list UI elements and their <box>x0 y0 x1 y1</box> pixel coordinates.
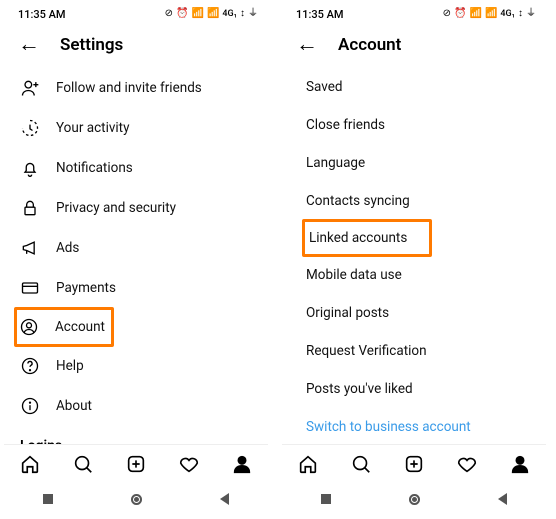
row-contacts-syncing[interactable]: Contacts syncing <box>282 182 546 220</box>
row-payments[interactable]: Payments <box>16 268 254 308</box>
row-about[interactable]: About <box>16 386 254 426</box>
screenshot-account: 11:35 AM ⊘ ⏰ 📶 📶 4G₁ ↕ ⏚ ← Account Saved… <box>282 4 546 512</box>
titlebar: ← Account <box>282 24 546 68</box>
row-request-verification[interactable]: Request Verification <box>282 332 546 370</box>
page-title: Account <box>338 35 401 55</box>
battery-icon: ⏚ <box>248 9 258 19</box>
row-posts-liked[interactable]: Posts you've liked <box>282 370 546 408</box>
info-icon <box>20 396 40 416</box>
row-label: Account <box>55 319 105 335</box>
row-notifications[interactable]: Notifications <box>16 148 254 188</box>
network-label: 4G₁ <box>222 10 237 19</box>
account-list[interactable]: Saved Close friends Language Contacts sy… <box>282 68 546 446</box>
row-label: Linked accounts <box>309 230 407 246</box>
signal2-icon: 📶 <box>207 9 219 19</box>
row-original-posts[interactable]: Original posts <box>282 294 546 332</box>
screenshot-settings: 11:35 AM ⊘ ⏰ 📶 📶 4G₁ ↕ ⏚ ← Settings Foll… <box>4 4 268 512</box>
row-label: Close friends <box>306 117 385 133</box>
status-icons: ⊘ ⏰ 📶 📶 4G₁ ↕ ⏚ <box>443 9 536 19</box>
status-bar: 11:35 AM ⊘ ⏰ 📶 📶 4G₁ ↕ ⏚ <box>4 4 268 24</box>
row-label: Mobile data use <box>306 267 402 283</box>
row-ads[interactable]: Ads <box>16 228 254 268</box>
home-button[interactable] <box>409 494 420 505</box>
data-icon: ↕ <box>518 9 523 19</box>
status-time: 11:35 AM <box>296 8 344 21</box>
row-label: Payments <box>56 280 116 296</box>
battery-icon: ⏚ <box>526 9 536 19</box>
status-icons: ⊘ ⏰ 📶 📶 4G₁ ↕ ⏚ <box>165 9 258 19</box>
row-label: Your activity <box>56 120 129 136</box>
home-icon[interactable] <box>19 453 41 479</box>
profile-icon[interactable] <box>509 453 531 479</box>
megaphone-icon <box>20 238 40 258</box>
activity-icon <box>20 118 40 138</box>
alarm-icon: ⏰ <box>176 9 188 19</box>
signal1-icon: 📶 <box>470 9 482 19</box>
page-title: Settings <box>60 35 123 55</box>
back-button[interactable] <box>220 493 229 505</box>
account-icon <box>19 317 39 337</box>
home-icon[interactable] <box>297 453 319 479</box>
profile-icon[interactable] <box>231 453 253 479</box>
add-post-icon[interactable] <box>403 453 425 479</box>
bottom-nav <box>4 444 268 486</box>
search-icon[interactable] <box>350 453 372 479</box>
settings-list[interactable]: Follow and invite friends Your activity … <box>4 68 268 456</box>
row-label: Language <box>306 155 365 171</box>
row-saved[interactable]: Saved <box>282 68 546 106</box>
alarm-icon: ⏰ <box>454 9 466 19</box>
titlebar: ← Settings <box>4 24 268 68</box>
card-icon <box>20 278 40 298</box>
signal1-icon: 📶 <box>192 9 204 19</box>
signal2-icon: 📶 <box>485 9 497 19</box>
recents-button[interactable] <box>321 494 331 504</box>
row-label: Notifications <box>56 160 133 176</box>
back-button[interactable] <box>498 493 507 505</box>
status-time: 11:35 AM <box>18 8 66 21</box>
bottom-nav <box>282 444 546 486</box>
link-switch-business[interactable]: Switch to business account <box>282 408 546 446</box>
row-label: Follow and invite friends <box>56 80 202 96</box>
row-linked-accounts[interactable]: Linked accounts <box>302 219 432 257</box>
row-label: Saved <box>306 79 343 95</box>
row-label: About <box>56 398 92 414</box>
row-label: Ads <box>56 240 79 256</box>
bell-icon <box>20 158 40 178</box>
heart-icon[interactable] <box>178 453 200 479</box>
add-post-icon[interactable] <box>125 453 147 479</box>
row-label: Privacy and security <box>56 200 176 216</box>
home-button[interactable] <box>131 494 142 505</box>
row-mobile-data[interactable]: Mobile data use <box>282 256 546 294</box>
data-icon: ↕ <box>240 9 245 19</box>
row-privacy-security[interactable]: Privacy and security <box>16 188 254 228</box>
status-bar: 11:35 AM ⊘ ⏰ 📶 📶 4G₁ ↕ ⏚ <box>282 4 546 24</box>
row-label: Help <box>56 358 84 374</box>
dnd-icon: ⊘ <box>443 9 451 19</box>
network-label: 4G₁ <box>500 10 515 19</box>
row-label: Posts you've liked <box>306 381 413 397</box>
recents-button[interactable] <box>43 494 53 504</box>
row-label: Request Verification <box>306 343 427 359</box>
row-label: Original posts <box>306 305 389 321</box>
person-plus-icon <box>20 78 40 98</box>
row-close-friends[interactable]: Close friends <box>282 106 546 144</box>
search-icon[interactable] <box>72 453 94 479</box>
row-help[interactable]: Help <box>16 346 254 386</box>
row-label: Contacts syncing <box>306 193 410 209</box>
row-language[interactable]: Language <box>282 144 546 182</box>
lock-icon <box>20 198 40 218</box>
dnd-icon: ⊘ <box>165 9 173 19</box>
android-nav-bar <box>4 486 268 512</box>
back-icon[interactable]: ← <box>296 34 318 56</box>
row-follow-invite[interactable]: Follow and invite friends <box>16 68 254 108</box>
help-icon <box>20 356 40 376</box>
heart-icon[interactable] <box>456 453 478 479</box>
row-account[interactable]: Account <box>14 307 114 347</box>
row-your-activity[interactable]: Your activity <box>16 108 254 148</box>
android-nav-bar <box>282 486 546 512</box>
back-icon[interactable]: ← <box>18 34 40 56</box>
